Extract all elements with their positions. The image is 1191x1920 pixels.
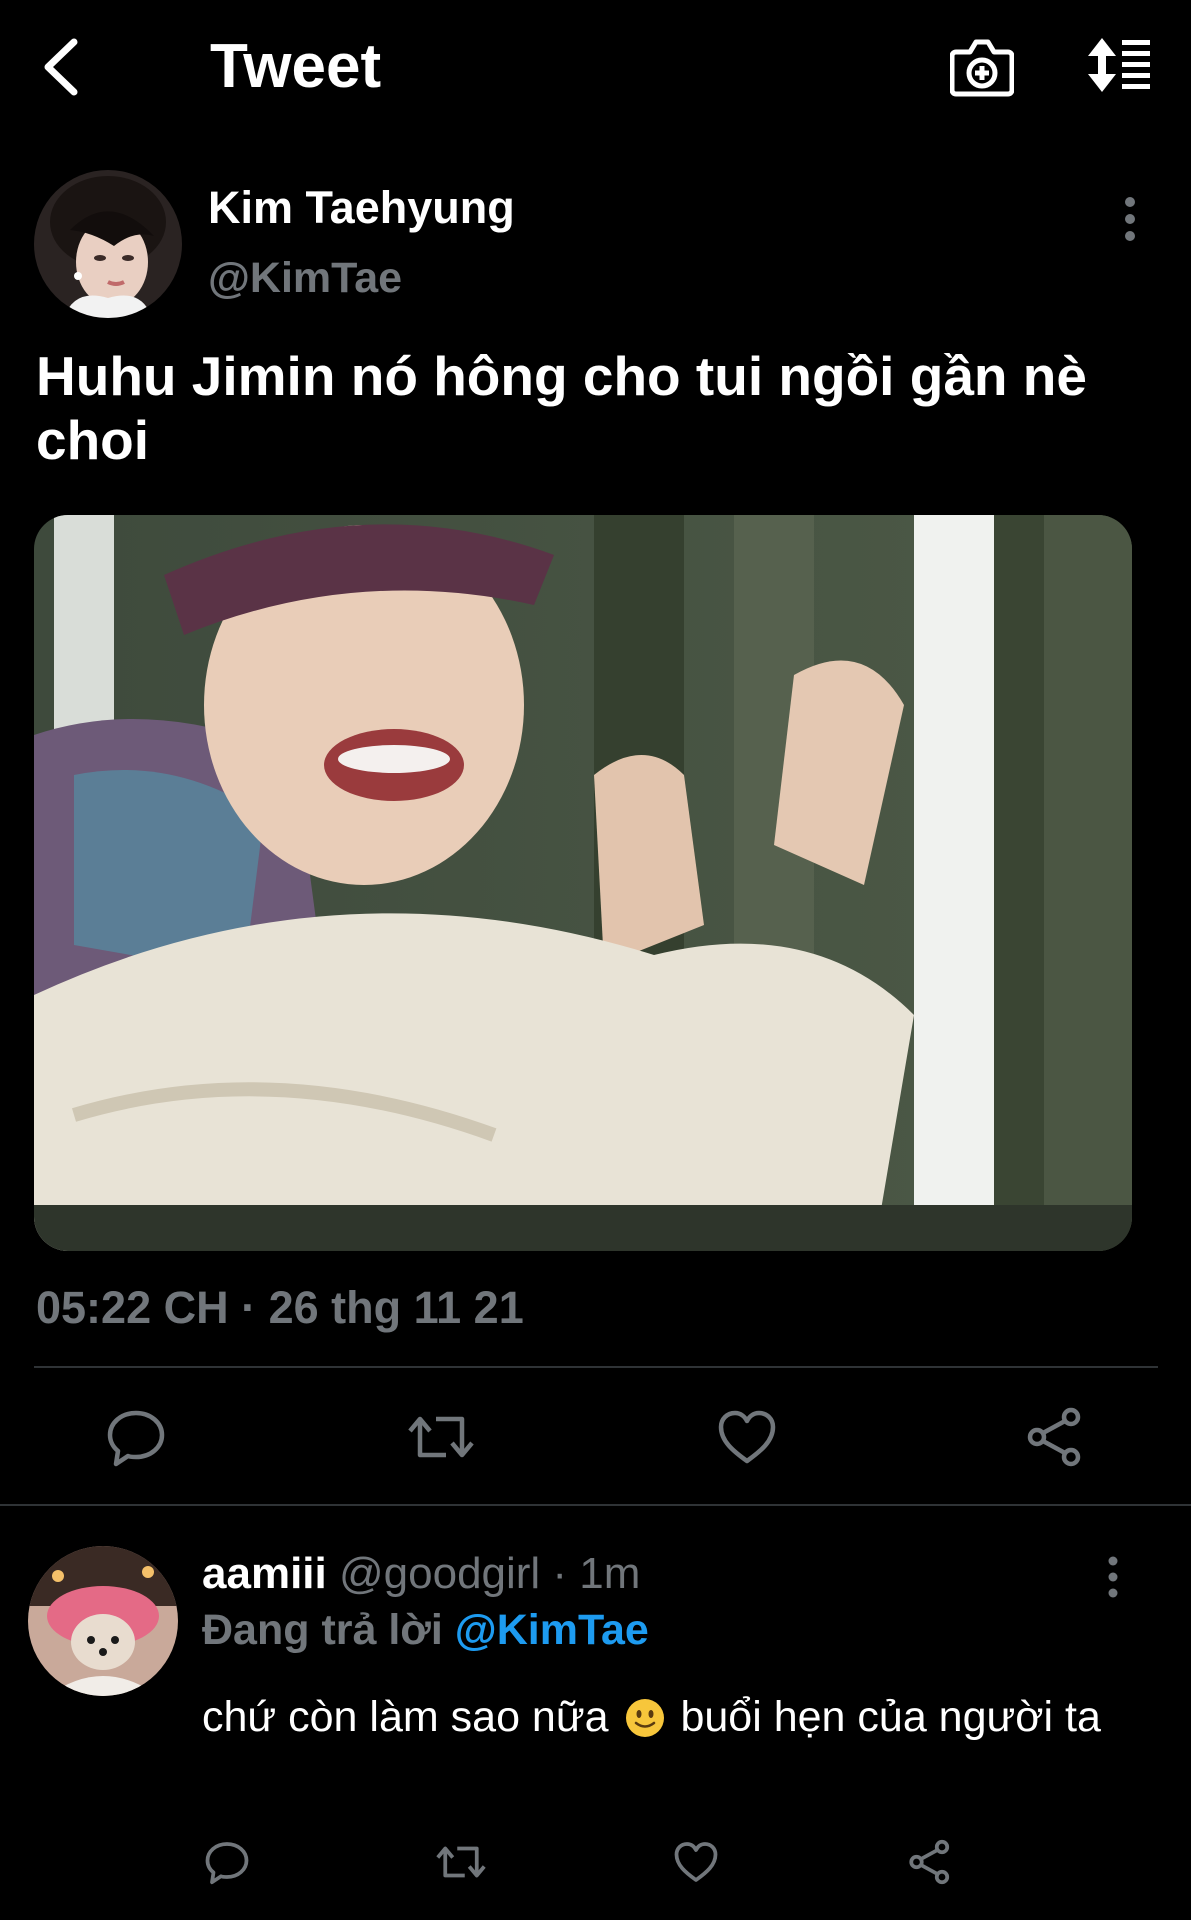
divider xyxy=(34,1366,1158,1368)
like-heart-icon[interactable] xyxy=(715,1405,779,1469)
reply-text-end: buổi hẹn của người ta xyxy=(680,1693,1101,1741)
author-name[interactable]: Kim Taehyung xyxy=(208,180,515,236)
back-arrow-icon[interactable] xyxy=(40,38,86,96)
author-avatar[interactable] xyxy=(34,170,182,318)
mention-link[interactable]: @KimTae xyxy=(455,1606,649,1654)
tweet-media-image[interactable] xyxy=(34,515,1132,1251)
author-handle[interactable]: @KimTae xyxy=(208,252,402,304)
page-title: Tweet xyxy=(210,32,382,101)
reply-author-name[interactable]: aamiii xyxy=(202,1549,327,1598)
sort-list-icon[interactable] xyxy=(1086,36,1152,94)
divider xyxy=(0,1504,1191,1506)
replying-to-label: Đang trả lời xyxy=(202,1606,443,1654)
share-icon[interactable] xyxy=(906,1838,954,1886)
reply-author-avatar[interactable] xyxy=(28,1546,178,1696)
tweet-text: Huhu Jimin nó hông cho tui ngồi gần nè c… xyxy=(36,345,1087,471)
replying-to-line: Đang trả lời @KimTae xyxy=(202,1602,649,1658)
reply-text-start: chứ còn làm sao nữa xyxy=(202,1693,609,1741)
top-bar: Tweet xyxy=(0,0,1191,135)
retweet-icon[interactable] xyxy=(434,1838,488,1886)
reply-author-meta: @goodgirl · 1m xyxy=(338,1549,641,1598)
reply-text: chứ còn làm sao nữa buổi hẹn của người t… xyxy=(202,1686,1162,1748)
tweet-timestamp[interactable]: 05:22 CH · 26 thg 11 21 xyxy=(36,1278,524,1338)
more-options-icon[interactable] xyxy=(1101,1556,1125,1598)
like-heart-icon[interactable] xyxy=(672,1838,720,1886)
slightly-smiling-face-emoji-icon xyxy=(625,1693,665,1737)
share-icon[interactable] xyxy=(1023,1405,1087,1469)
reply-author-line[interactable]: aamiii @goodgirl · 1m xyxy=(202,1546,640,1602)
more-options-icon[interactable] xyxy=(1118,196,1142,242)
camera-plus-icon[interactable] xyxy=(950,36,1014,98)
reply-icon[interactable] xyxy=(203,1838,251,1886)
retweet-icon[interactable] xyxy=(406,1405,476,1469)
reply-icon[interactable] xyxy=(104,1405,168,1469)
